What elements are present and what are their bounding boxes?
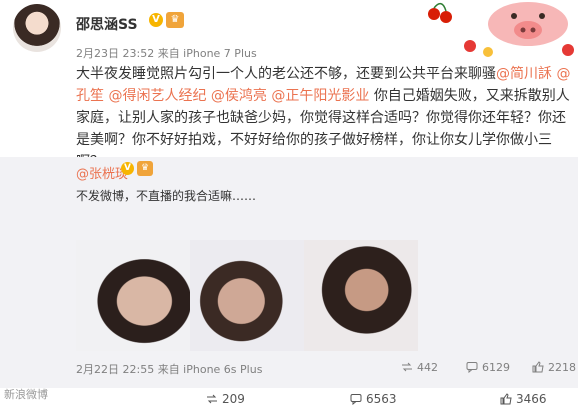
repost-like-button[interactable]: 2218 — [532, 361, 576, 374]
crown-badge-icon: ♛ — [137, 161, 153, 176]
repost-comment-count: 6129 — [482, 361, 510, 374]
comment-icon — [466, 362, 478, 373]
photo-thumbnail-1[interactable] — [76, 240, 190, 351]
mention-link[interactable]: @得闲艺人经纪 — [108, 88, 206, 104]
repost-meta: 2月22日 22:55 来自 iPhone 6s Plus — [76, 363, 263, 376]
forward-icon — [402, 362, 412, 372]
mention-link[interactable]: @简川訸 — [496, 66, 552, 82]
repost-text: 不发微博，不直播的我合适嘛…… — [76, 189, 257, 203]
crown-badge-icon: ♛ — [166, 12, 184, 28]
author-avatar[interactable] — [13, 4, 61, 52]
forward-icon — [207, 394, 217, 404]
decorative-pig-cherry-banner — [428, 2, 574, 57]
flower-icon — [464, 40, 476, 52]
comment-count: 6563 — [366, 392, 397, 406]
photo-thumbnail-2[interactable] — [190, 240, 304, 351]
mention-link[interactable]: @侯鸿亮 — [211, 88, 267, 104]
author-name[interactable]: 邵思涵SS — [76, 14, 138, 34]
reposted-weibo: @张桄琰 V ♛ 不发微博，不直播的我合适嘛…… 2月22日 22:55 来自 … — [0, 157, 578, 388]
verified-badge-icon: V — [149, 13, 163, 27]
like-button[interactable]: 3466 — [500, 392, 547, 406]
repost-forward-button[interactable]: 442 — [401, 361, 438, 374]
photo-thumbnail-3[interactable] — [304, 240, 418, 351]
comment-button[interactable]: 6563 — [350, 392, 397, 406]
forward-count: 209 — [222, 392, 245, 406]
repost-like-count: 2218 — [548, 361, 576, 374]
mention-link[interactable]: @正午阳光影业 — [271, 88, 369, 104]
cherry-icon — [428, 8, 440, 20]
repost-author-link[interactable]: @张桄琰 — [76, 163, 128, 182]
action-bar: 209 6563 3466 — [0, 388, 578, 411]
verified-badge-icon: V — [121, 162, 134, 175]
thumbs-up-icon — [500, 393, 512, 405]
post-text-part-1: 大半夜发睡觉照片勾引一个人的老公还不够，还要到公共平台来聊骚 — [76, 66, 496, 82]
repost-comment-button[interactable]: 6129 — [466, 361, 510, 374]
comment-icon — [350, 394, 362, 405]
thumbs-up-icon — [532, 361, 544, 373]
forward-button[interactable]: 209 — [206, 392, 245, 406]
repost-forward-count: 442 — [417, 361, 438, 374]
post-meta: 2月23日 23:52 来自 iPhone 7 Plus — [76, 47, 257, 60]
like-count: 3466 — [516, 392, 547, 406]
